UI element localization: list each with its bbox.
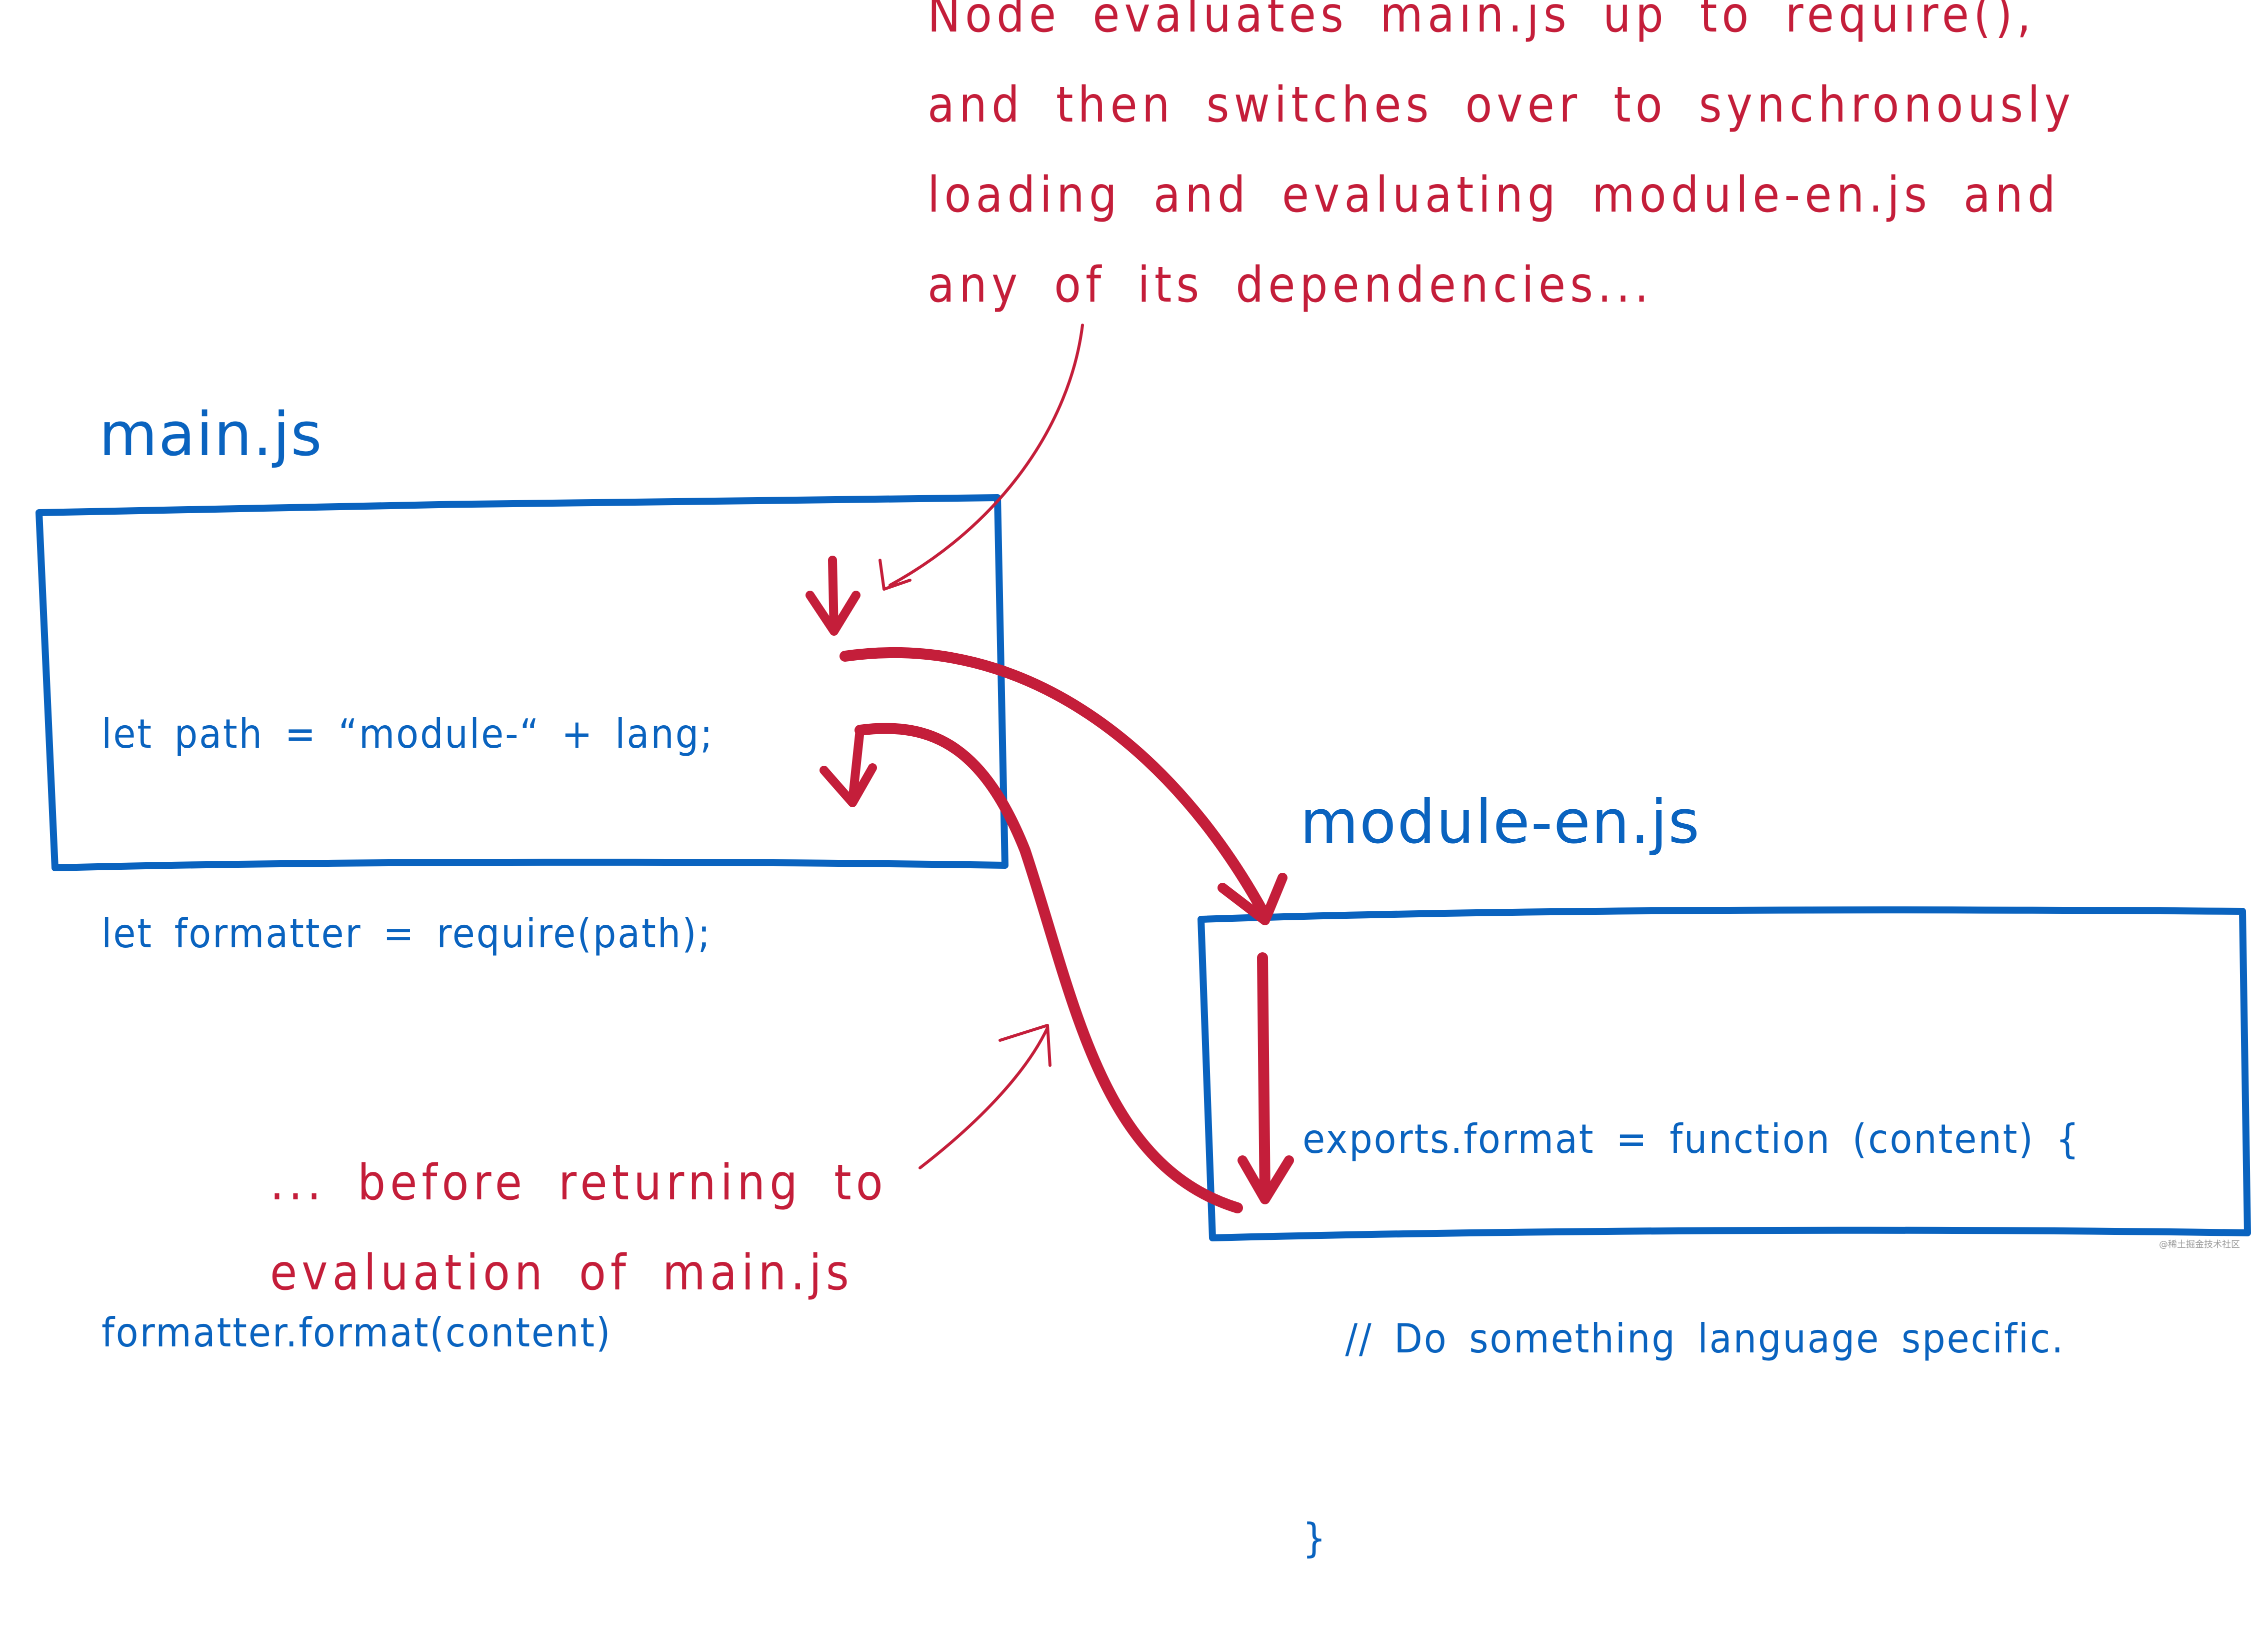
dependency-module-code: exports.format = function (content) { //…: [1302, 973, 2080, 1638]
flow-arrow-require: [840, 647, 1270, 921]
code-line: exports.format = function (content) {: [1302, 1116, 2081, 1162]
bottom-annotation-line: ... before returning to: [270, 1154, 888, 1211]
flow-arrow-evaluate-module: [1257, 952, 1270, 1201]
code-line: let path = “module-“ + lang;: [102, 711, 714, 757]
pointer-arrowhead-bottom-note: [998, 1024, 1052, 1067]
top-annotation-line: Node evaluates main.js up to require(),: [928, 0, 2036, 44]
code-line: // Do something language specific.: [1302, 1315, 2065, 1362]
flow-arrowhead-return: [820, 763, 877, 807]
bottom-annotation: ... before returning to evaluation of ma…: [270, 1138, 888, 1318]
top-annotation-line: and then switches over to synchronously: [928, 77, 2075, 134]
step-arrow-evaluate: [828, 556, 838, 635]
top-annotation: Node evaluates main.js up to require(), …: [928, 0, 2075, 330]
top-annotation-line: loading and evaluating module-en.js and: [928, 167, 2060, 224]
watermark: @稀土掘金技术社区: [2159, 1239, 2240, 1250]
dependency-module-title: module-en.js: [1300, 788, 1700, 857]
pointer-arrow-top-note: [888, 324, 1084, 587]
top-annotation-line: any of its dependencies...: [928, 257, 1654, 314]
bottom-annotation-line: evaluation of main.js: [270, 1244, 854, 1301]
main-module-title: main.js: [99, 400, 323, 470]
code-line: }: [1302, 1515, 1328, 1561]
pointer-arrow-bottom-note: [918, 1026, 1049, 1169]
code-line: let formatter = require(path);: [102, 910, 712, 957]
